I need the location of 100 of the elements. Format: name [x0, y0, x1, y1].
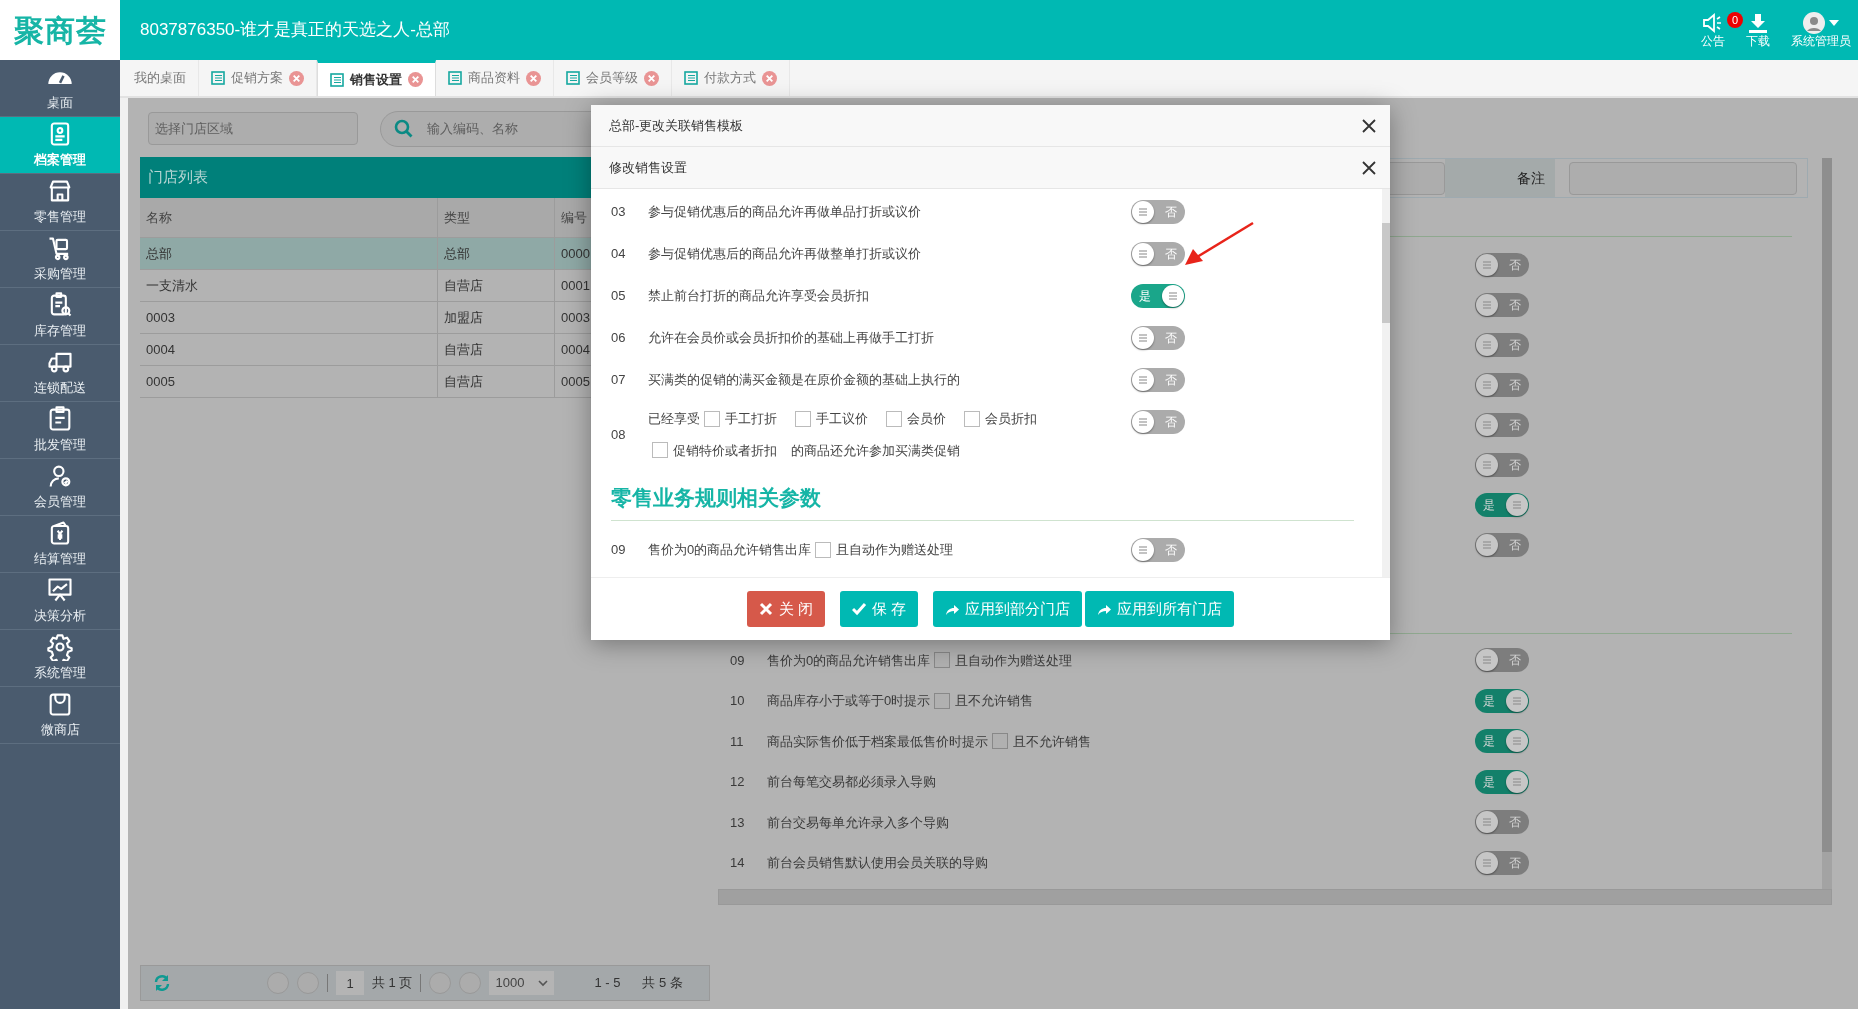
- toggle-switch[interactable]: 否: [1475, 413, 1529, 437]
- sidebar-item[interactable]: 零售管理: [0, 174, 120, 231]
- grip-icon: [1482, 656, 1492, 665]
- sidebar-item[interactable]: 会员管理: [0, 459, 120, 516]
- tab[interactable]: 会员等级: [554, 60, 672, 96]
- avatar-icon: [1803, 11, 1826, 34]
- sidebar-item[interactable]: 结算管理: [0, 516, 120, 573]
- sidebar-item[interactable]: 决策分析: [0, 573, 120, 630]
- toggle-switch[interactable]: 否: [1475, 533, 1529, 557]
- toggle-switch[interactable]: 是: [1475, 493, 1529, 517]
- sidebar-item[interactable]: 系统管理: [0, 630, 120, 687]
- page-size-select[interactable]: 1000: [489, 971, 555, 995]
- setting-label: 参与促销优惠后的商品允许再做整单打折或议价: [648, 245, 921, 264]
- setting-label: 前台每笔交易都必须录入导购: [767, 773, 936, 791]
- toggle-switch[interactable]: 否: [1475, 253, 1529, 277]
- table-cell[interactable]: 加盟店: [438, 302, 555, 334]
- checkbox[interactable]: [704, 410, 720, 427]
- checkbox[interactable]: [934, 692, 951, 709]
- table-cell[interactable]: 总部: [140, 238, 438, 270]
- grip-icon: [1512, 501, 1522, 509]
- toggle-switch[interactable]: 否: [1475, 648, 1529, 673]
- option-label: 且不允许销售: [1013, 732, 1091, 751]
- close-icon[interactable]: [289, 70, 304, 86]
- share-arrow-icon: [945, 602, 961, 616]
- apply-button[interactable]: 应用到所有门店: [1085, 591, 1235, 627]
- region-field[interactable]: 选择门店区域: [148, 112, 358, 145]
- section-heading: 零售业务规则相关参数: [611, 474, 1354, 521]
- toggle-switch[interactable]: 否: [1475, 810, 1529, 835]
- sidebar-item[interactable]: 采购管理: [0, 231, 120, 288]
- tab[interactable]: 付款方式: [672, 60, 790, 96]
- dialog-title: 修改销售设置: [609, 158, 687, 177]
- setting-number: 11: [730, 732, 745, 751]
- toggle-switch[interactable]: 否: [1131, 368, 1185, 392]
- close-button[interactable]: [1362, 160, 1376, 175]
- toggle-switch[interactable]: 是: [1131, 284, 1185, 308]
- toggle-switch[interactable]: 是: [1475, 688, 1529, 713]
- grip-icon: [1138, 250, 1148, 258]
- setting-label: 的商品还允许参加买满类促销: [791, 441, 960, 460]
- refresh-icon[interactable]: [153, 974, 171, 992]
- grip-icon: [1138, 545, 1148, 554]
- grip-icon: [1168, 292, 1178, 300]
- sidebar-item[interactable]: 库存管理: [0, 288, 120, 345]
- toggle-switch[interactable]: 否: [1475, 373, 1529, 397]
- toggle-switch[interactable]: 否: [1131, 242, 1185, 266]
- close-icon[interactable]: [644, 70, 659, 86]
- sidebar-item[interactable]: 微商店: [0, 687, 120, 744]
- close-button[interactable]: 关 闭: [746, 591, 825, 627]
- checkbox[interactable]: [964, 410, 980, 427]
- table-cell[interactable]: 一支清水: [140, 270, 438, 302]
- toggle-switch[interactable]: 否: [1475, 453, 1529, 477]
- setting-number: 13: [730, 813, 746, 832]
- close-icon[interactable]: [762, 70, 777, 86]
- download-button[interactable]: 下载: [1746, 11, 1770, 49]
- table-cell[interactable]: 自营店: [438, 270, 555, 302]
- table-cell[interactable]: 0004: [140, 334, 438, 366]
- toggle-switch[interactable]: 否: [1475, 293, 1529, 317]
- checkbox[interactable]: [992, 733, 1008, 750]
- option-label: 促销特价或者折扣: [673, 441, 777, 460]
- checkbox[interactable]: [815, 541, 832, 558]
- tab[interactable]: 商品资料: [436, 60, 554, 96]
- close-icon[interactable]: [526, 70, 541, 86]
- close-icon[interactable]: [408, 72, 423, 87]
- sidebar-item[interactable]: 档案管理: [0, 117, 120, 174]
- scrollbar[interactable]: [718, 889, 1832, 905]
- tab[interactable]: 促销方案: [199, 60, 317, 96]
- page-field[interactable]: 1: [336, 971, 364, 995]
- toggle-switch[interactable]: 否: [1131, 537, 1185, 562]
- setting-label: 商品库存小于或等于0时提示: [767, 692, 931, 710]
- table-cell[interactable]: 0005: [140, 366, 438, 398]
- grip-icon: [1482, 421, 1492, 429]
- table-cell[interactable]: 0003: [140, 302, 438, 334]
- toggle-switch[interactable]: 否: [1475, 850, 1529, 875]
- close-button[interactable]: [1362, 118, 1376, 133]
- table-cell[interactable]: 总部: [438, 238, 555, 270]
- apply-button[interactable]: 应用到部分门店: [933, 591, 1083, 627]
- table-cell[interactable]: 自营店: [438, 334, 555, 366]
- checkbox[interactable]: [886, 410, 902, 427]
- setting-number: 03: [611, 203, 627, 222]
- record-total: 共 5 条: [642, 974, 683, 993]
- scrollbar[interactable]: [1822, 158, 1832, 889]
- remark-field[interactable]: [1569, 161, 1797, 195]
- toggle-switch[interactable]: 否: [1131, 410, 1185, 434]
- setting-number: 14: [730, 854, 746, 872]
- checkbox[interactable]: [934, 652, 951, 669]
- checkbox[interactable]: [795, 410, 811, 427]
- table-cell[interactable]: 自营店: [438, 366, 555, 398]
- toggle-switch[interactable]: 否: [1131, 326, 1185, 350]
- sidebar-item[interactable]: 批发管理: [0, 402, 120, 459]
- scrollbar[interactable]: [1382, 189, 1390, 577]
- save-button[interactable]: 保 存: [840, 591, 919, 627]
- tab[interactable]: 销售设置: [317, 60, 436, 96]
- tab[interactable]: 我的桌面: [122, 60, 199, 96]
- grip-icon: [1482, 301, 1492, 309]
- toggle-switch[interactable]: 是: [1475, 729, 1529, 754]
- toggle-switch[interactable]: 否: [1131, 200, 1185, 224]
- toggle-switch[interactable]: 否: [1475, 333, 1529, 357]
- toggle-switch[interactable]: 是: [1475, 769, 1529, 794]
- user-menu-button[interactable]: 系统管理员: [1791, 11, 1851, 49]
- sidebar-item[interactable]: 连锁配送: [0, 345, 120, 402]
- checkbox[interactable]: [652, 442, 668, 459]
